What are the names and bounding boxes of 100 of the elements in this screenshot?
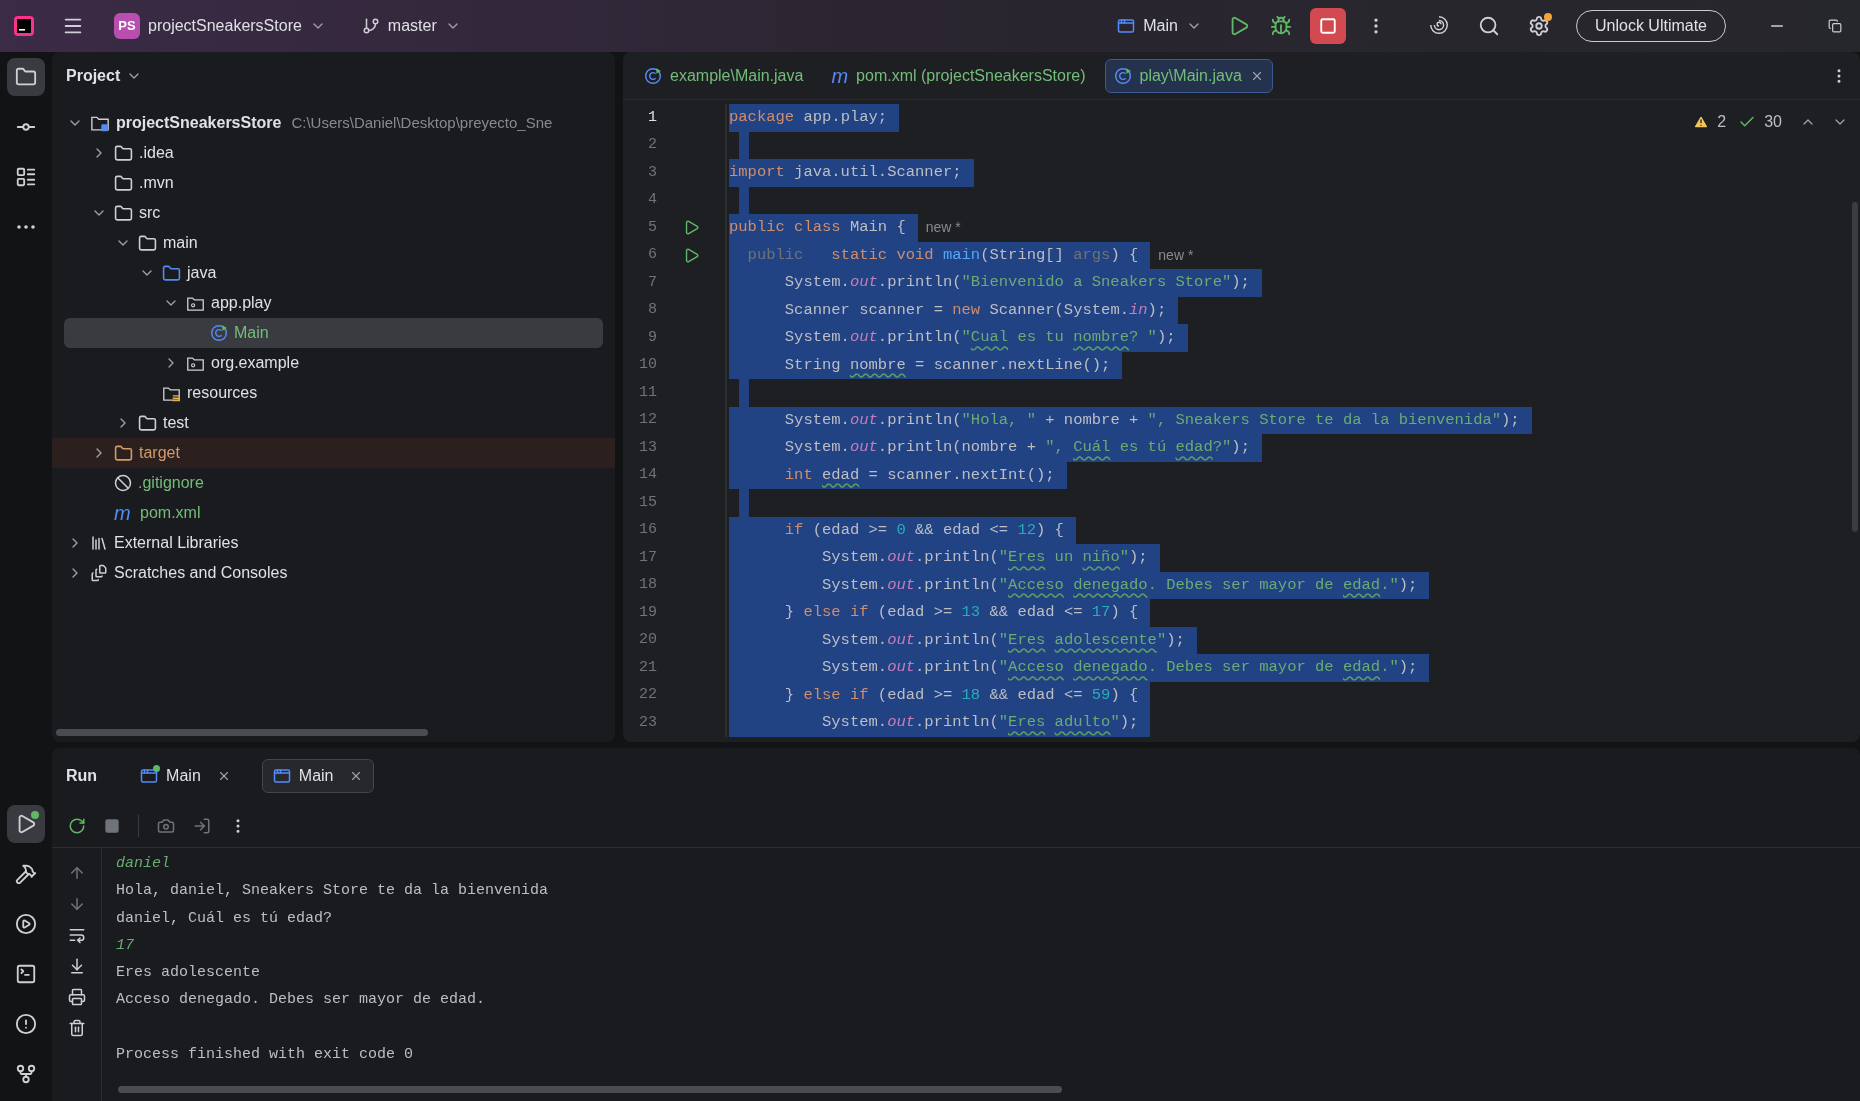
console-line: 17 [116, 935, 135, 956]
library-icon [90, 534, 108, 552]
editor-tab[interactable]: example\Main.java [635, 58, 813, 93]
class-icon [210, 324, 228, 342]
line-number: 3 [647, 162, 657, 183]
tree-label: .gitignore [138, 473, 204, 493]
console-line: daniel, Cuál es tú edad? [116, 908, 334, 929]
run-tab[interactable]: Main [261, 759, 375, 793]
warning-icon [1693, 114, 1710, 130]
typo-count[interactable]: 30 [1764, 110, 1782, 134]
stop-icon [1318, 17, 1337, 35]
panel-title[interactable]: Project [66, 64, 121, 88]
settings-icon[interactable] [1527, 15, 1550, 37]
tree-label: src [139, 203, 161, 223]
tree-item[interactable]: java [64, 258, 603, 288]
folder-icon [138, 233, 157, 253]
tree-item[interactable]: resources [64, 378, 603, 408]
line-number: 14 [638, 465, 657, 485]
services-icon [15, 913, 37, 935]
folder-icon [114, 443, 133, 463]
branch-switcher[interactable]: master [357, 8, 465, 44]
horizontal-scrollbar[interactable] [118, 1086, 1062, 1093]
tree-item[interactable]: org.example [64, 348, 603, 378]
horizontal-scrollbar[interactable] [56, 729, 428, 736]
scratches-icon [90, 564, 108, 582]
class-icon [644, 66, 662, 85]
tree-label: test [163, 413, 189, 433]
tree-item[interactable]: target [64, 438, 603, 468]
maven-icon: m [114, 503, 134, 523]
tree-label: pom.xml [140, 503, 201, 523]
tree-item[interactable]: main [64, 228, 603, 258]
console-line: daniel [116, 854, 171, 874]
tree-label: resources [187, 383, 258, 403]
more-icon [17, 225, 35, 229]
soft-wrap-icon[interactable] [67, 926, 86, 944]
stop-button[interactable] [1309, 8, 1346, 44]
line-number: 10 [638, 355, 657, 375]
maven-icon: m [831, 65, 849, 86]
line-number: 12 [638, 410, 657, 430]
line-number: 20 [638, 630, 657, 650]
stop-icon[interactable] [104, 817, 120, 834]
app-logo [12, 14, 36, 38]
line-number: 22 [638, 685, 657, 705]
debug-icon[interactable] [1269, 15, 1292, 37]
ignore-icon [114, 474, 132, 492]
tree-label: projectSneakersStore [116, 113, 282, 133]
line-number: 4 [647, 190, 657, 210]
project-badge: PS [114, 13, 140, 39]
console-line: Hola, daniel, Sneakers Store te da la bienvenida [116, 881, 550, 902]
camera-icon[interactable] [157, 816, 175, 835]
vertical-scrollbar[interactable] [1852, 202, 1858, 532]
problems-icon [15, 1013, 37, 1035]
run-configuration[interactable]: Main [1113, 8, 1206, 44]
tree-item[interactable]: Scratches and Consoles [64, 558, 603, 588]
restore-icon[interactable] [1828, 19, 1842, 33]
tree-label: target [139, 443, 180, 463]
tree-item[interactable]: app.play [64, 288, 603, 318]
tree-item[interactable]: External Libraries [64, 528, 603, 558]
tree-label: app.play [211, 293, 272, 313]
run-tab[interactable]: Main [129, 759, 242, 793]
tree-label: Scratches and Consoles [114, 563, 288, 583]
line-number: 7 [647, 272, 657, 293]
tool-window-button[interactable] [7, 58, 45, 96]
tree-item[interactable]: .idea [64, 138, 603, 168]
line-number: 8 [647, 300, 657, 320]
tree-label: org.example [211, 353, 300, 373]
line-number: 1 [647, 107, 657, 128]
tree-item[interactable]: projectSneakersStore C:\Users\Daniel\Desktop\preyecto_Sne [64, 108, 603, 138]
tool-window-button[interactable] [7, 805, 45, 843]
inlay-hint: new * [1158, 245, 1194, 265]
tree-label: .idea [139, 143, 174, 163]
print-icon[interactable] [67, 988, 86, 1006]
line-number: 16 [638, 520, 657, 540]
editor-tab[interactable]: m pom.xml (projectSneakersStore) [822, 58, 1095, 93]
tree-item[interactable]: m pom.xml [64, 498, 603, 528]
tree-item[interactable]: .mvn [64, 168, 603, 198]
line-number: 9 [647, 327, 657, 348]
search-icon[interactable] [1477, 15, 1500, 37]
class-icon [1113, 66, 1132, 85]
warning-count[interactable]: 2 [1717, 110, 1727, 134]
tree-item[interactable]: test [64, 408, 603, 438]
console-line: Acceso denegado. Debes ser mayor de edad. [116, 990, 487, 1011]
tree-item[interactable]: src [64, 198, 603, 228]
spiral-icon[interactable] [1427, 15, 1450, 37]
editor-tab[interactable]: play\Main.java [1104, 58, 1273, 93]
project-switcher[interactable]: PS projectSneakersStore [110, 8, 330, 44]
tree-label: main [163, 233, 198, 253]
rerun-icon[interactable] [68, 816, 86, 835]
tree-item[interactable]: .gitignore [64, 468, 603, 498]
panel-title: Run [66, 766, 98, 786]
tree-label: Main [234, 323, 269, 343]
terminal-icon [15, 963, 37, 985]
trash-icon[interactable] [67, 1019, 86, 1037]
tree-item[interactable]: Main [64, 318, 603, 348]
console-line: Process finished with exit code 0 [116, 1044, 415, 1065]
line-number: 5 [647, 217, 657, 238]
hammer-icon [15, 863, 37, 885]
line-number: 17 [638, 547, 657, 568]
exit-icon[interactable] [193, 816, 211, 835]
tree-label: java [187, 263, 217, 283]
